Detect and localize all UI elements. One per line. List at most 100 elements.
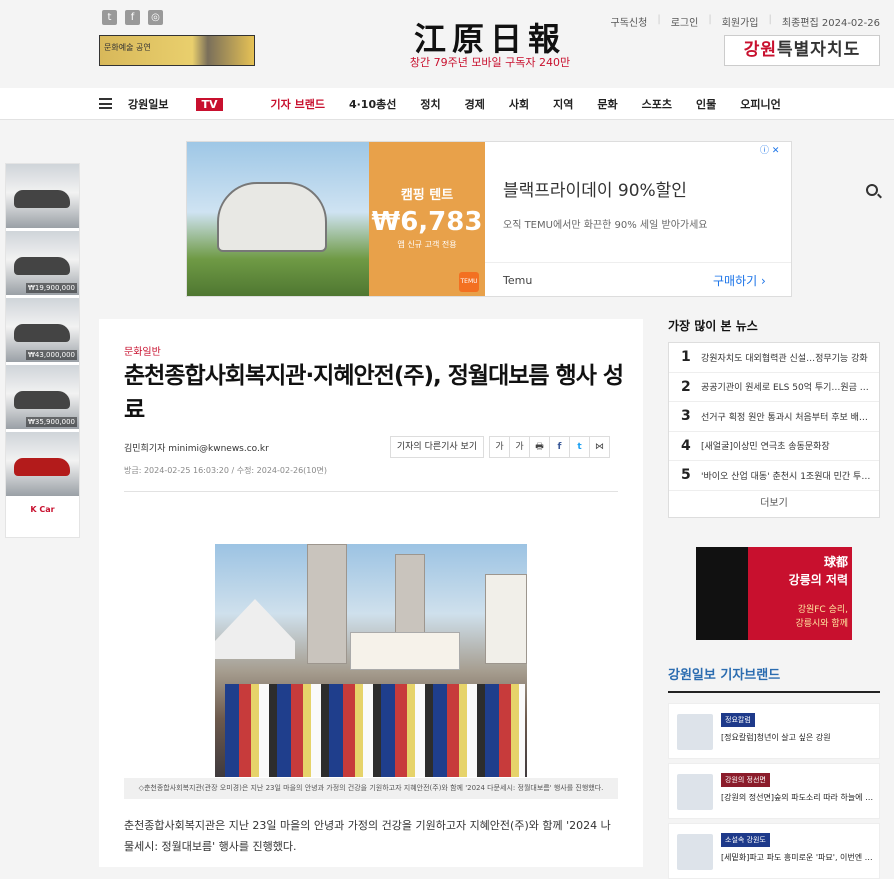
nav-item-culture[interactable]: 문화 xyxy=(597,96,617,112)
nav-item-region[interactable]: 지역 xyxy=(553,96,573,112)
car-ad-item[interactable] xyxy=(6,432,79,496)
rank-number: 4 xyxy=(681,437,691,454)
ad-headline: 블랙프라이데이 90%할인 xyxy=(503,181,687,201)
gangwon-banner-highlight: 강원 xyxy=(743,40,778,60)
brand-item[interactable]: 소설속 강원도 [세밑화]파고 파도 흥미로운 '파묘', 이번엔 … xyxy=(668,823,880,879)
car-price: ₩35,900,000 xyxy=(25,417,77,427)
tv-badge: TV xyxy=(196,98,223,111)
article-title: 춘천종합사회복지관·지혜안전(주), 정월대보름 행사 성료 xyxy=(124,363,624,423)
left-header-banner[interactable]: 문화예술 공연 xyxy=(99,35,255,66)
car-ad-item[interactable] xyxy=(6,164,79,228)
print-icon[interactable]: 🖶 xyxy=(529,436,550,458)
ad-buy-button[interactable]: 구매하기 › xyxy=(713,272,766,289)
font-larger-button[interactable]: 가 xyxy=(509,436,530,458)
nav-item-sports[interactable]: 스포츠 xyxy=(642,96,672,112)
nav-brand-label: 강원일보 xyxy=(128,98,169,111)
popular-title-text: 강원자치도 대외협력관 신설…정무기능 강화 xyxy=(701,353,868,364)
popular-title-text: '바이오 산업 대동' 춘천시 1조원대 민간 투… xyxy=(701,471,871,482)
subscribe-link[interactable]: 구독신청 xyxy=(611,14,648,29)
ad-brand: Temu xyxy=(503,274,533,287)
nav-item-opinion[interactable]: 오피니언 xyxy=(740,96,780,112)
slogan: 창간 79주년 모바일 구독자 240만 xyxy=(409,56,571,69)
brand-text: [세밑화]파고 파도 흥미로운 '파묘', 이번엔 … xyxy=(721,853,873,862)
article-body: 춘천종합사회복지관은 지난 23일 마을의 안녕과 가정의 건강을 기원하고자 … xyxy=(124,819,611,853)
car-side-ad[interactable]: ₩19,900,000 ₩43,000,000 ₩35,900,000 K Ca… xyxy=(5,163,80,538)
fc-ad-line4: 강릉시와 함께 xyxy=(795,619,848,629)
social-links: t f ◎ xyxy=(102,10,163,25)
popular-title: 가장 많이 본 뉴스 xyxy=(668,319,758,333)
ad-badge-title: 캠핑 텐트 xyxy=(400,188,454,203)
article: 문화일반 춘천종합사회복지관·지혜안전(주), 정월대보름 행사 성료 김민희기… xyxy=(99,319,643,867)
temu-ad[interactable]: 캠핑 텐트 ₩6,783 앱 신규 고객 전용 TEMU 블랙프라이데이 90%… xyxy=(186,141,792,297)
brand-text: [정요칼럼]청년이 살고 싶은 강원 xyxy=(721,733,831,742)
popular-title-text: 공공기관이 원세로 ELS 50억 투기…원금 … xyxy=(701,383,869,394)
fc-ad-line3: 강원FC 승리, xyxy=(797,605,848,615)
car-price: ₩43,000,000 xyxy=(25,350,77,360)
fc-ad-line2: 강릉의 저력 xyxy=(788,573,848,587)
search-icon[interactable] xyxy=(866,184,878,196)
nav-item-society[interactable]: 사회 xyxy=(509,96,529,112)
brand-tag: 정요칼럼 xyxy=(721,713,755,727)
car-ad-item[interactable]: ₩43,000,000 xyxy=(6,298,79,362)
adchoices-icon[interactable]: ⓘ ✕ xyxy=(760,143,779,156)
nav-item-people[interactable]: 인물 xyxy=(696,96,716,112)
reporter-brand-title: 강원일보 기자브랜드 xyxy=(668,664,880,693)
fc-ad-line1: 球都 xyxy=(823,555,848,569)
facebook-share-icon[interactable]: f xyxy=(549,436,570,458)
login-link[interactable]: 로그인 xyxy=(671,14,699,29)
brand-item[interactable]: 정요칼럼 [정요칼럼]청년이 살고 싶은 강원 xyxy=(668,703,880,759)
font-smaller-button[interactable]: 가 xyxy=(489,436,510,458)
article-photo[interactable] xyxy=(215,544,527,777)
nav-item-politics[interactable]: 정치 xyxy=(420,96,440,112)
brand-item[interactable]: 강원의 정선면 [강원의 정선면]숲의 파도소리 따라 하늘에 … xyxy=(668,763,880,819)
brand-text: [강원의 정선면]숲의 파도소리 따라 하늘에 … xyxy=(721,793,874,802)
article-byline: 김민희기자 minimi@kwnews.co.kr xyxy=(124,444,269,454)
facebook-icon[interactable]: f xyxy=(125,10,140,25)
car-ad-item[interactable]: ₩35,900,000 xyxy=(6,365,79,429)
car-ad-item[interactable]: ₩19,900,000 xyxy=(6,231,79,295)
reporter-more-button[interactable]: 기자의 다른기사 보기 xyxy=(390,436,484,458)
nav-brand[interactable]: 강원일보 TV xyxy=(128,96,247,112)
article-category[interactable]: 문화일반 xyxy=(124,343,161,358)
gangwon-fc-ad[interactable]: 球都 강릉의 저력 강원FC 승리, 강릉시와 함께 xyxy=(696,547,852,640)
popular-item[interactable]: 1 강원자치도 대외협력관 신설…정무기능 강화 xyxy=(669,343,879,373)
popular-title-text: [새얼굴]이상민 연극초 송동문화장 xyxy=(701,442,830,453)
menu-icon[interactable] xyxy=(99,98,112,109)
nav-item-election[interactable]: 4·10총선 xyxy=(349,96,396,112)
site-header: t f ◎ 문화예술 공연 江原日報 창간 79주년 모바일 구독자 240만 … xyxy=(0,0,894,88)
twitter-share-icon[interactable]: t xyxy=(569,436,590,458)
kcar-logo[interactable]: K Car xyxy=(6,499,79,535)
rank-number: 3 xyxy=(681,408,691,425)
brand-tag: 소설속 강원도 xyxy=(721,833,770,847)
top-links: 구독신청 | 로그인 | 회원가입 | 최종편집 2024-02-26 xyxy=(610,14,880,29)
rank-number: 1 xyxy=(681,349,691,366)
popular-item[interactable]: 3 선거구 획정 원안 통과시 처음부터 후보 배… xyxy=(669,402,879,432)
twitter-icon[interactable]: t xyxy=(102,10,117,25)
popular-item[interactable]: 4 [새얼굴]이상민 연극초 송동문화장 xyxy=(669,432,879,461)
brand-tag: 강원의 정선면 xyxy=(721,773,770,787)
rank-number: 5 xyxy=(681,467,691,484)
rank-number: 2 xyxy=(681,378,691,395)
ad-subtext: 오직 TEMU에서만 화끈한 90% 세일 받아가세요 xyxy=(503,220,708,231)
main-nav: 강원일보 TV 기자 브랜드 4·10총선 정치 경제 사회 지역 문화 스포츠 … xyxy=(0,88,894,196)
nav-item-reporter-brand[interactable]: 기자 브랜드 xyxy=(271,96,325,112)
tent-image xyxy=(187,142,369,296)
share-icon[interactable]: ⋈ xyxy=(589,436,610,458)
brand-thumbnail xyxy=(677,774,713,810)
last-edit-date: 최종편집 2024-02-26 xyxy=(781,18,880,29)
temu-logo: TEMU xyxy=(459,272,479,292)
gangwon-banner[interactable]: 강원특별자치도 xyxy=(724,35,880,66)
photo-caption: ◇춘천종합사회복지관(관장 오미경)은 지난 23일 마을의 안녕과 가정의 건… xyxy=(124,778,618,799)
more-button[interactable]: 더보기 xyxy=(669,491,879,517)
gangwon-banner-rest: 특별자치도 xyxy=(777,40,861,60)
nav-item-economy[interactable]: 경제 xyxy=(465,96,485,112)
brand-thumbnail xyxy=(677,714,713,750)
popular-item[interactable]: 2 공공기관이 원세로 ELS 50억 투기…원금 … xyxy=(669,373,879,402)
instagram-icon[interactable]: ◎ xyxy=(148,10,163,25)
signup-link[interactable]: 회원가입 xyxy=(722,14,759,29)
popular-item[interactable]: 5 '바이오 산업 대동' 춘천시 1조원대 민간 투… xyxy=(669,461,879,491)
popular-title-text: 선거구 획정 원안 통과시 처음부터 후보 배… xyxy=(701,412,868,423)
right-sidebar: 가장 많이 본 뉴스 1 강원자치도 대외협력관 신설…정무기능 강화 2 공공기관… xyxy=(668,319,880,518)
popular-list: 1 강원자치도 대외협력관 신설…정무기능 강화 2 공공기관이 원세로 ELS 5… xyxy=(668,342,880,518)
ad-badge-sub: 앱 신규 고객 전용 xyxy=(397,240,457,249)
